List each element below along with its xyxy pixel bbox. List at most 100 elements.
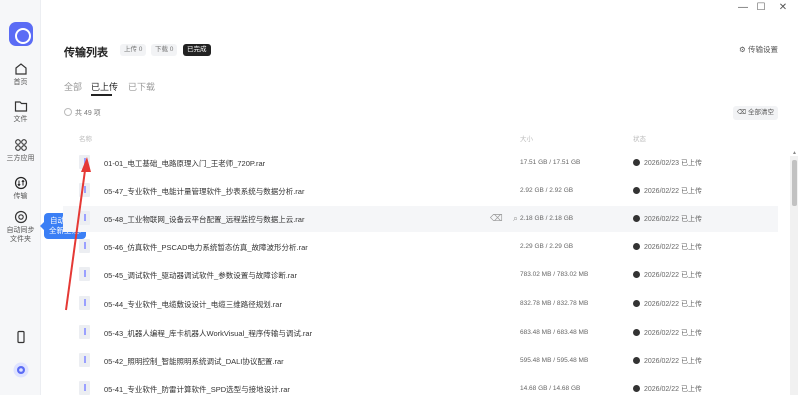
done-icon xyxy=(633,215,640,222)
sidebar: 首页 文件 三方应用 传输 自动同步 文件夹 xyxy=(0,0,41,395)
home-icon xyxy=(14,63,27,75)
file-date: 2026/02/22 xyxy=(644,188,680,195)
file-status-text: 已上传 xyxy=(681,188,702,195)
archive-file-icon xyxy=(79,267,90,281)
file-status-text: 已上传 xyxy=(681,386,702,393)
scrollbar-thumb[interactable] xyxy=(792,160,797,206)
file-name: 05-44_专业软件_电缆敷设设计_电缆三维路径规划.rar xyxy=(104,300,282,309)
transfer-settings-button[interactable]: ⚙ 传输设置 xyxy=(739,44,778,55)
file-status-text: 已上传 xyxy=(681,272,702,279)
done-icon xyxy=(633,271,640,278)
table-row[interactable]: 05-43_机器人编程_库卡机器人WorkVisual_程序传输与调试.rar … xyxy=(63,320,778,346)
done-icon xyxy=(633,357,640,364)
clear-all-label: 全部清空 xyxy=(748,109,774,116)
archive-file-icon xyxy=(79,381,90,395)
file-status: 2026/02/22 已上传 xyxy=(633,328,702,338)
tab-uploaded[interactable]: 已上传 xyxy=(91,80,118,96)
file-name: 05-47_专业软件_电能计量管理软件_抄表系统与数据分析.rar xyxy=(104,187,305,196)
archive-file-icon xyxy=(79,296,90,310)
select-all[interactable]: 共 49 项 xyxy=(64,108,101,118)
done-icon xyxy=(633,300,640,307)
clear-all-button[interactable]: ⌫ 全部清空 xyxy=(733,106,778,120)
sidebar-item-label: 传输 xyxy=(13,193,28,200)
table-row[interactable]: 05-44_专业软件_电缆敷设设计_电缆三维路径规划.rar 832.78 MB… xyxy=(63,291,778,317)
search-icon[interactable]: ⌕ xyxy=(513,213,518,224)
file-size: 683.48 MB / 683.48 MB xyxy=(520,329,589,336)
table-row[interactable]: 05-45_调试软件_驱动器调试软件_参数设置与故障诊断.rar 783.02 … xyxy=(63,262,778,288)
done-icon xyxy=(633,385,640,392)
file-date: 2026/02/22 xyxy=(644,272,680,279)
device-button[interactable] xyxy=(0,330,41,344)
archive-file-icon xyxy=(79,325,90,339)
sidebar-item-label: 自动同步 xyxy=(6,227,35,234)
folder-icon xyxy=(14,101,27,112)
file-date: 2026/02/22 xyxy=(644,358,680,365)
file-date: 2026/02/22 xyxy=(644,216,680,223)
sync-icon xyxy=(14,210,27,224)
file-size: 595.48 MB / 595.48 MB xyxy=(520,357,589,364)
clear-row-icon[interactable]: ⌫ xyxy=(490,213,503,224)
archive-file-icon xyxy=(79,211,90,225)
file-date: 2026/02/23 xyxy=(644,160,680,167)
page-title: 传输列表 xyxy=(64,47,108,59)
sidebar-item-files[interactable]: 文件 xyxy=(0,99,41,124)
filter-completed[interactable]: 已完成 xyxy=(183,44,211,56)
file-status-text: 已上传 xyxy=(681,358,702,365)
file-status: 2026/02/22 已上传 xyxy=(633,214,702,224)
table-row[interactable]: 01-01_电工基础_电路原理入门_王老师_720P.rar 17.51 GB … xyxy=(63,150,778,176)
file-name: 05-42_照明控制_智能照明系统调试_DALI协议配置.rar xyxy=(104,357,284,366)
table-row[interactable]: 05-47_专业软件_电能计量管理软件_抄表系统与数据分析.rar 2.92 G… xyxy=(63,178,778,204)
tab-all[interactable]: 全部 xyxy=(64,80,82,93)
sidebar-item-auto-sync[interactable]: 自动同步 文件夹 xyxy=(0,210,41,244)
file-name: 05-43_机器人编程_库卡机器人WorkVisual_程序传输与调试.rar xyxy=(104,329,313,338)
file-status-text: 已上传 xyxy=(681,301,702,308)
file-size: 832.78 MB / 832.78 MB xyxy=(520,300,589,307)
table-row[interactable]: 05-42_照明控制_智能照明系统调试_DALI协议配置.rar 595.48 … xyxy=(63,348,778,374)
table-row[interactable]: 05-48_工业物联网_设备云平台配置_远程监控与数据上云.rar ⌫ ⌕ 2.… xyxy=(63,206,778,232)
filter-upload[interactable]: 上传 0 xyxy=(120,44,147,56)
eraser-icon: ⌫ xyxy=(736,109,747,116)
main-panel: 传输列表 上传 0 下载 0 已完成 ⚙ 传输设置 全部 已上传 已下载 共 4… xyxy=(41,0,800,395)
sidebar-item-transfer[interactable]: 传输 xyxy=(0,173,41,203)
file-size: 17.51 GB / 17.51 GB xyxy=(520,159,581,166)
file-name: 05-41_专业软件_防雷计算软件_SPD选型与接地设计.rar xyxy=(104,385,290,394)
file-size: 2.18 GB / 2.18 GB xyxy=(520,215,574,222)
sidebar-item-label: 三方应用 xyxy=(6,155,35,162)
file-date: 2026/02/22 xyxy=(644,301,680,308)
select-all-radio[interactable] xyxy=(64,108,72,116)
table-row[interactable]: 05-46_仿真软件_PSCAD电力系统暂态仿真_故障波形分析.rar 2.29… xyxy=(63,234,778,260)
done-icon xyxy=(633,159,640,166)
file-size: 2.92 GB / 2.92 GB xyxy=(520,187,574,194)
file-status: 2026/02/22 已上传 xyxy=(633,384,702,394)
sidebar-item-label-2: 文件夹 xyxy=(10,236,31,243)
file-status: 2026/02/23 已上传 xyxy=(633,158,702,168)
scroll-up-arrow-icon[interactable]: ▲ xyxy=(792,150,797,156)
app-logo xyxy=(9,22,33,46)
sidebar-item-apps[interactable]: 三方应用 xyxy=(0,138,41,163)
column-header-name: 名称 xyxy=(79,136,92,143)
column-header-status: 状态 xyxy=(633,136,646,143)
phone-icon xyxy=(16,330,25,344)
user-avatar[interactable] xyxy=(0,362,41,378)
file-date: 2026/02/22 xyxy=(644,330,680,337)
file-status-text: 已上传 xyxy=(681,160,702,167)
file-name: 05-48_工业物联网_设备云平台配置_远程监控与数据上云.rar xyxy=(104,215,305,224)
sidebar-item-label: 首页 xyxy=(13,79,28,86)
file-date: 2026/02/22 xyxy=(644,386,680,393)
file-name: 05-45_调试软件_驱动器调试软件_参数设置与故障诊断.rar xyxy=(104,271,297,280)
file-status-text: 已上传 xyxy=(681,330,702,337)
filter-download[interactable]: 下载 0 xyxy=(151,44,178,56)
table-row[interactable]: 05-41_专业软件_防雷计算软件_SPD选型与接地设计.rar 14.68 G… xyxy=(63,376,778,395)
file-status: 2026/02/22 已上传 xyxy=(633,186,702,196)
file-status-text: 已上传 xyxy=(681,244,702,251)
apps-icon xyxy=(14,139,27,151)
archive-file-icon xyxy=(79,239,90,253)
sidebar-item-home[interactable]: 首页 xyxy=(0,62,41,87)
settings-icon: ⚙ xyxy=(739,45,746,54)
done-icon xyxy=(633,187,640,194)
file-name: 01-01_电工基础_电路原理入门_王老师_720P.rar xyxy=(104,159,266,168)
tab-downloaded[interactable]: 已下载 xyxy=(128,80,155,93)
done-icon xyxy=(633,329,640,336)
file-status-text: 已上传 xyxy=(681,216,702,223)
file-name: 05-46_仿真软件_PSCAD电力系统暂态仿真_故障波形分析.rar xyxy=(104,243,308,252)
